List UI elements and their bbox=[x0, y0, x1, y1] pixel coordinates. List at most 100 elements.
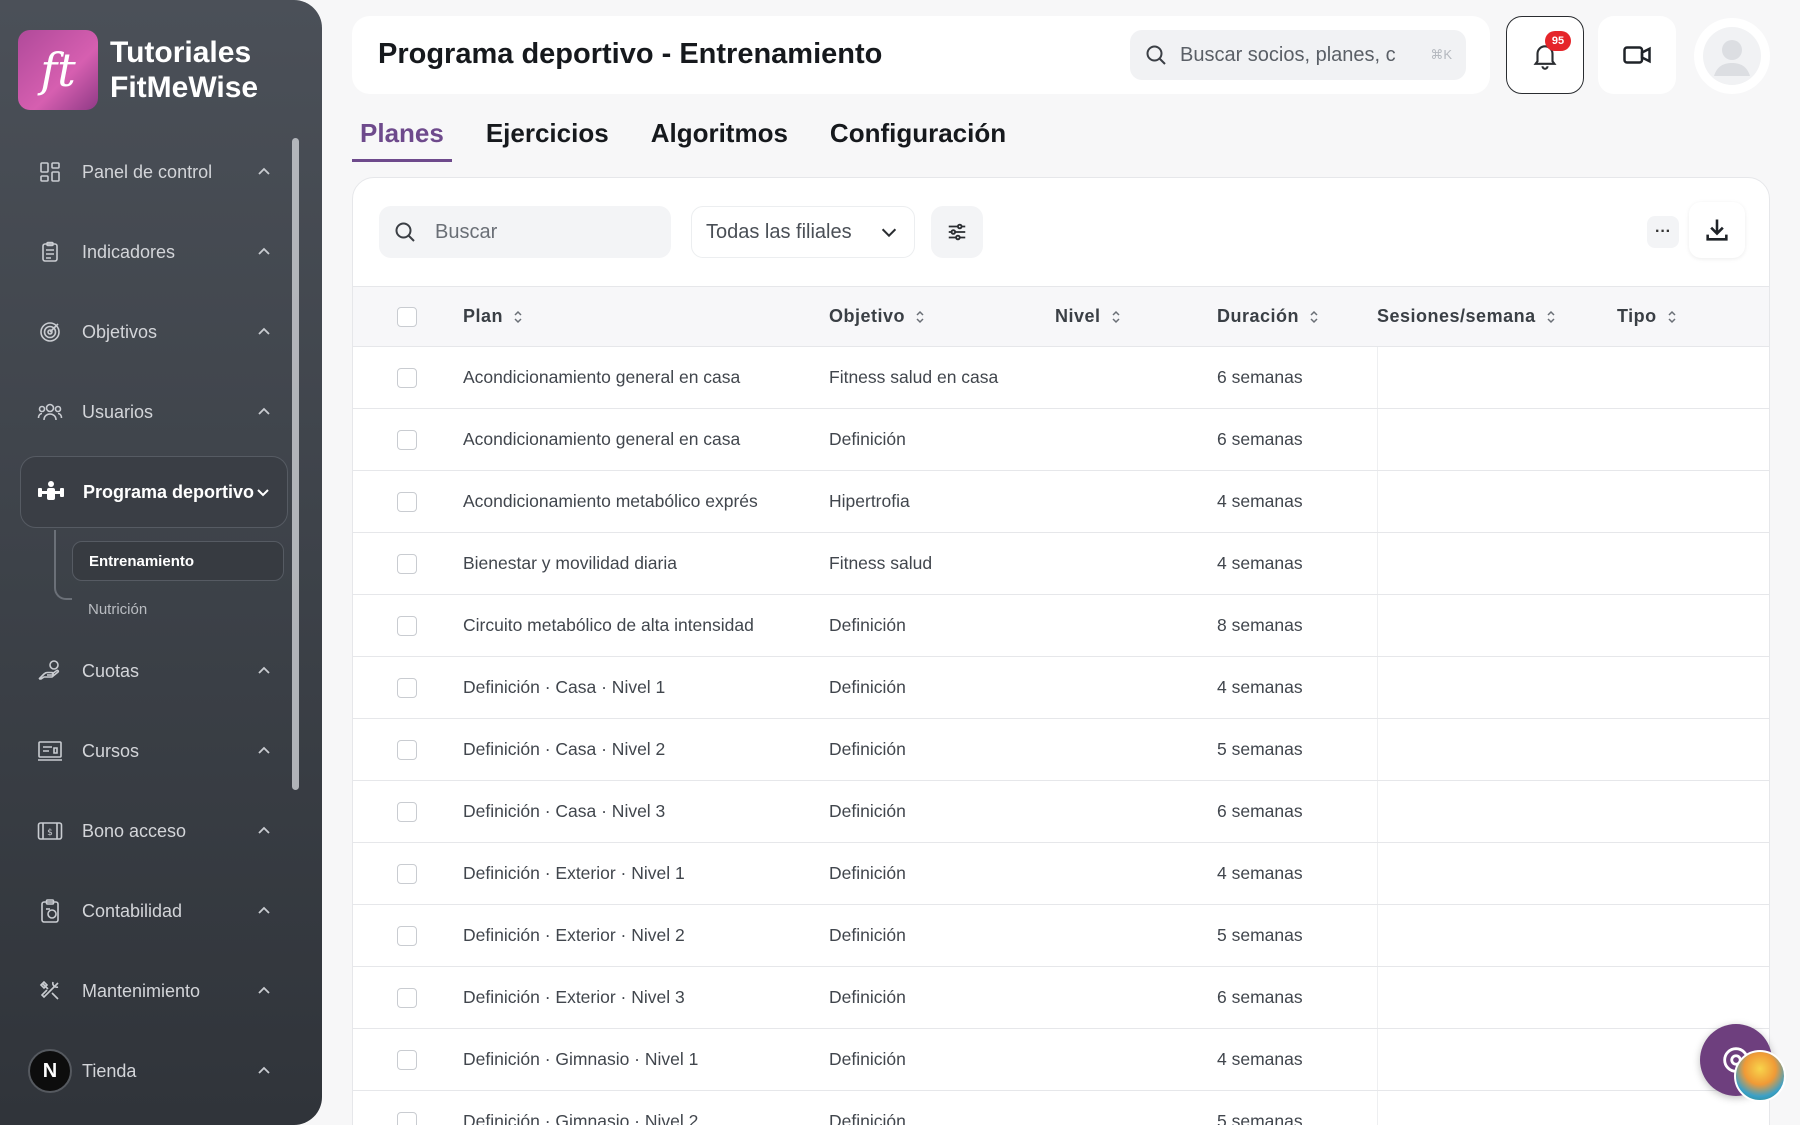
page-title: Programa deportivo - Entrenamiento bbox=[378, 38, 883, 70]
table-row[interactable]: Definición · Gimnasio · Nivel 1 Definició… bbox=[353, 1028, 1769, 1091]
column-header-plan[interactable]: Plan bbox=[463, 286, 829, 347]
cell-plan: Circuito metabólico de alta intensidad bbox=[463, 594, 829, 657]
row-checkbox[interactable] bbox=[397, 926, 417, 947]
download-button[interactable] bbox=[1689, 202, 1745, 258]
chevron-up-icon bbox=[258, 826, 270, 834]
column-header-duracion[interactable]: Duración bbox=[1217, 286, 1377, 347]
filter-settings-button[interactable] bbox=[931, 206, 983, 258]
row-checkbox[interactable] bbox=[397, 802, 417, 823]
row-checkbox[interactable] bbox=[397, 430, 417, 451]
branch-select[interactable]: Todas las filiales bbox=[691, 206, 915, 258]
row-checkbox[interactable] bbox=[397, 492, 417, 513]
cell-tipo bbox=[1617, 408, 1769, 471]
more-options-button[interactable]: ··· bbox=[1647, 216, 1679, 248]
sidebar-item-mantenimiento[interactable]: Mantenimiento bbox=[20, 956, 288, 1026]
column-header-objetivo[interactable]: Objetivo bbox=[829, 286, 1055, 347]
sidebar-item-indicadores[interactable]: Indicadores bbox=[20, 217, 288, 287]
shortcut-hint: ⌘K bbox=[1430, 47, 1452, 62]
sidebar-subitem-entrenamiento[interactable]: Entrenamiento bbox=[72, 541, 284, 581]
cell-duracion: 4 semanas bbox=[1217, 656, 1378, 719]
global-search-input[interactable]: Buscar socios, planes, c ⌘K bbox=[1130, 30, 1466, 80]
row-checkbox[interactable] bbox=[397, 1112, 417, 1125]
cell-plan: Definición · Exterior · Nivel 3 bbox=[463, 966, 829, 1029]
chevron-up-icon bbox=[258, 1066, 270, 1074]
row-checkbox[interactable] bbox=[397, 864, 417, 885]
sidebar-item-panel-de-control[interactable]: Panel de control bbox=[20, 137, 288, 207]
select-all-checkbox[interactable] bbox=[397, 307, 417, 328]
sidebar-item-label: Tienda bbox=[82, 1060, 137, 1081]
row-select-cell[interactable] bbox=[353, 594, 463, 657]
sidebar-item-cursos[interactable]: Cursos bbox=[20, 716, 288, 786]
promo-avatar[interactable] bbox=[1734, 1050, 1786, 1102]
cell-sesiones bbox=[1377, 966, 1617, 1029]
sidebar-item-contabilidad[interactable]: Contabilidad bbox=[20, 876, 288, 946]
table-row[interactable]: Definición · Casa · Nivel 2 Definición 5 s… bbox=[353, 718, 1769, 781]
cell-sesiones bbox=[1377, 470, 1617, 533]
notifications-button[interactable]: 95 bbox=[1506, 16, 1584, 94]
row-select-cell[interactable] bbox=[353, 656, 463, 719]
row-select-cell[interactable] bbox=[353, 1028, 463, 1091]
table-row[interactable]: Definición · Exterior · Nivel 1 Definició… bbox=[353, 842, 1769, 905]
row-checkbox[interactable] bbox=[397, 554, 417, 575]
tab-algoritmos[interactable]: Algoritmos bbox=[643, 114, 796, 162]
tab-ejercicios[interactable]: Ejercicios bbox=[478, 114, 617, 162]
sidebar-item-tienda[interactable]: N Tienda bbox=[20, 1036, 288, 1106]
chevron-up-icon bbox=[258, 167, 270, 175]
row-checkbox[interactable] bbox=[397, 616, 417, 637]
column-header-sesiones[interactable]: Sesiones/semana bbox=[1377, 286, 1617, 347]
table-row[interactable]: Acondicionamiento general en casa Fitness… bbox=[353, 346, 1769, 409]
row-checkbox[interactable] bbox=[397, 1050, 417, 1071]
table-row[interactable]: Bienestar y movilidad diaria Fitness salu… bbox=[353, 532, 1769, 595]
row-checkbox[interactable] bbox=[397, 988, 417, 1009]
table-search-input[interactable]: Buscar bbox=[379, 206, 671, 258]
cell-duracion: 6 semanas bbox=[1217, 966, 1378, 1029]
sidebar-item-usuarios[interactable]: Usuarios bbox=[20, 377, 288, 447]
row-select-cell[interactable] bbox=[353, 966, 463, 1029]
tab-configuracion[interactable]: Configuración bbox=[822, 114, 1014, 162]
cell-tipo bbox=[1617, 594, 1769, 657]
sidebar-scrollbar[interactable] bbox=[292, 138, 299, 790]
row-select-cell[interactable] bbox=[353, 904, 463, 967]
tab-planes[interactable]: Planes bbox=[352, 114, 452, 162]
sort-icon bbox=[1668, 311, 1676, 324]
row-select-cell[interactable] bbox=[353, 346, 463, 409]
sort-icon bbox=[514, 311, 522, 324]
cell-nivel bbox=[1055, 1028, 1217, 1091]
table-row[interactable]: Acondicionamiento metabólico exprés Hiper… bbox=[353, 470, 1769, 533]
table-row[interactable]: Acondicionamiento general en casa Definic… bbox=[353, 408, 1769, 471]
cell-sesiones bbox=[1377, 904, 1617, 967]
table-row[interactable]: Definición · Casa · Nivel 1 Definición 4 s… bbox=[353, 656, 1769, 719]
table-row[interactable]: Definición · Gimnasio · Nivel 2 Definició… bbox=[353, 1090, 1769, 1125]
column-header-tipo[interactable]: Tipo bbox=[1617, 286, 1769, 347]
video-call-button[interactable] bbox=[1598, 16, 1676, 94]
brand[interactable]: ft Tutoriales FitMeWise bbox=[18, 30, 258, 110]
row-checkbox[interactable] bbox=[397, 368, 417, 389]
user-avatar[interactable] bbox=[1694, 18, 1770, 94]
header-select-all[interactable] bbox=[353, 286, 463, 347]
sidebar-item-label: Programa deportivo bbox=[83, 481, 255, 502]
table-row[interactable]: Definición · Exterior · Nivel 3 Definició… bbox=[353, 966, 1769, 1029]
sidebar-item-cuotas[interactable]: Cuotas bbox=[20, 636, 288, 706]
chevron-up-icon bbox=[258, 247, 270, 255]
branch-select-value: Todas las filiales bbox=[706, 220, 852, 243]
sidebar-item-objetivos[interactable]: Objetivos bbox=[20, 297, 288, 367]
row-select-cell[interactable] bbox=[353, 532, 463, 595]
row-checkbox[interactable] bbox=[397, 678, 417, 699]
row-select-cell[interactable] bbox=[353, 408, 463, 471]
row-select-cell[interactable] bbox=[353, 718, 463, 781]
table-row[interactable]: Definición · Exterior · Nivel 2 Definició… bbox=[353, 904, 1769, 967]
table-body: Acondicionamiento general en casa Fitness… bbox=[353, 346, 1769, 1125]
row-select-cell[interactable] bbox=[353, 842, 463, 905]
sidebar-item-bono-acceso[interactable]: $ Bono acceso bbox=[20, 796, 288, 866]
table-row[interactable]: Definición · Casa · Nivel 3 Definición 6 s… bbox=[353, 780, 1769, 843]
brand-line1: Tutoriales bbox=[110, 36, 252, 69]
row-select-cell[interactable] bbox=[353, 780, 463, 843]
row-checkbox[interactable] bbox=[397, 740, 417, 761]
row-select-cell[interactable] bbox=[353, 470, 463, 533]
cell-nivel bbox=[1055, 656, 1217, 719]
row-select-cell[interactable] bbox=[353, 1090, 463, 1125]
sidebar-subitem-nutricion[interactable]: Nutrición bbox=[72, 589, 284, 629]
table-row[interactable]: Circuito metabólico de alta intensidad De… bbox=[353, 594, 1769, 657]
column-header-nivel[interactable]: Nivel bbox=[1055, 286, 1217, 347]
sidebar-item-programa-deportivo[interactable]: Programa deportivo bbox=[20, 456, 288, 528]
